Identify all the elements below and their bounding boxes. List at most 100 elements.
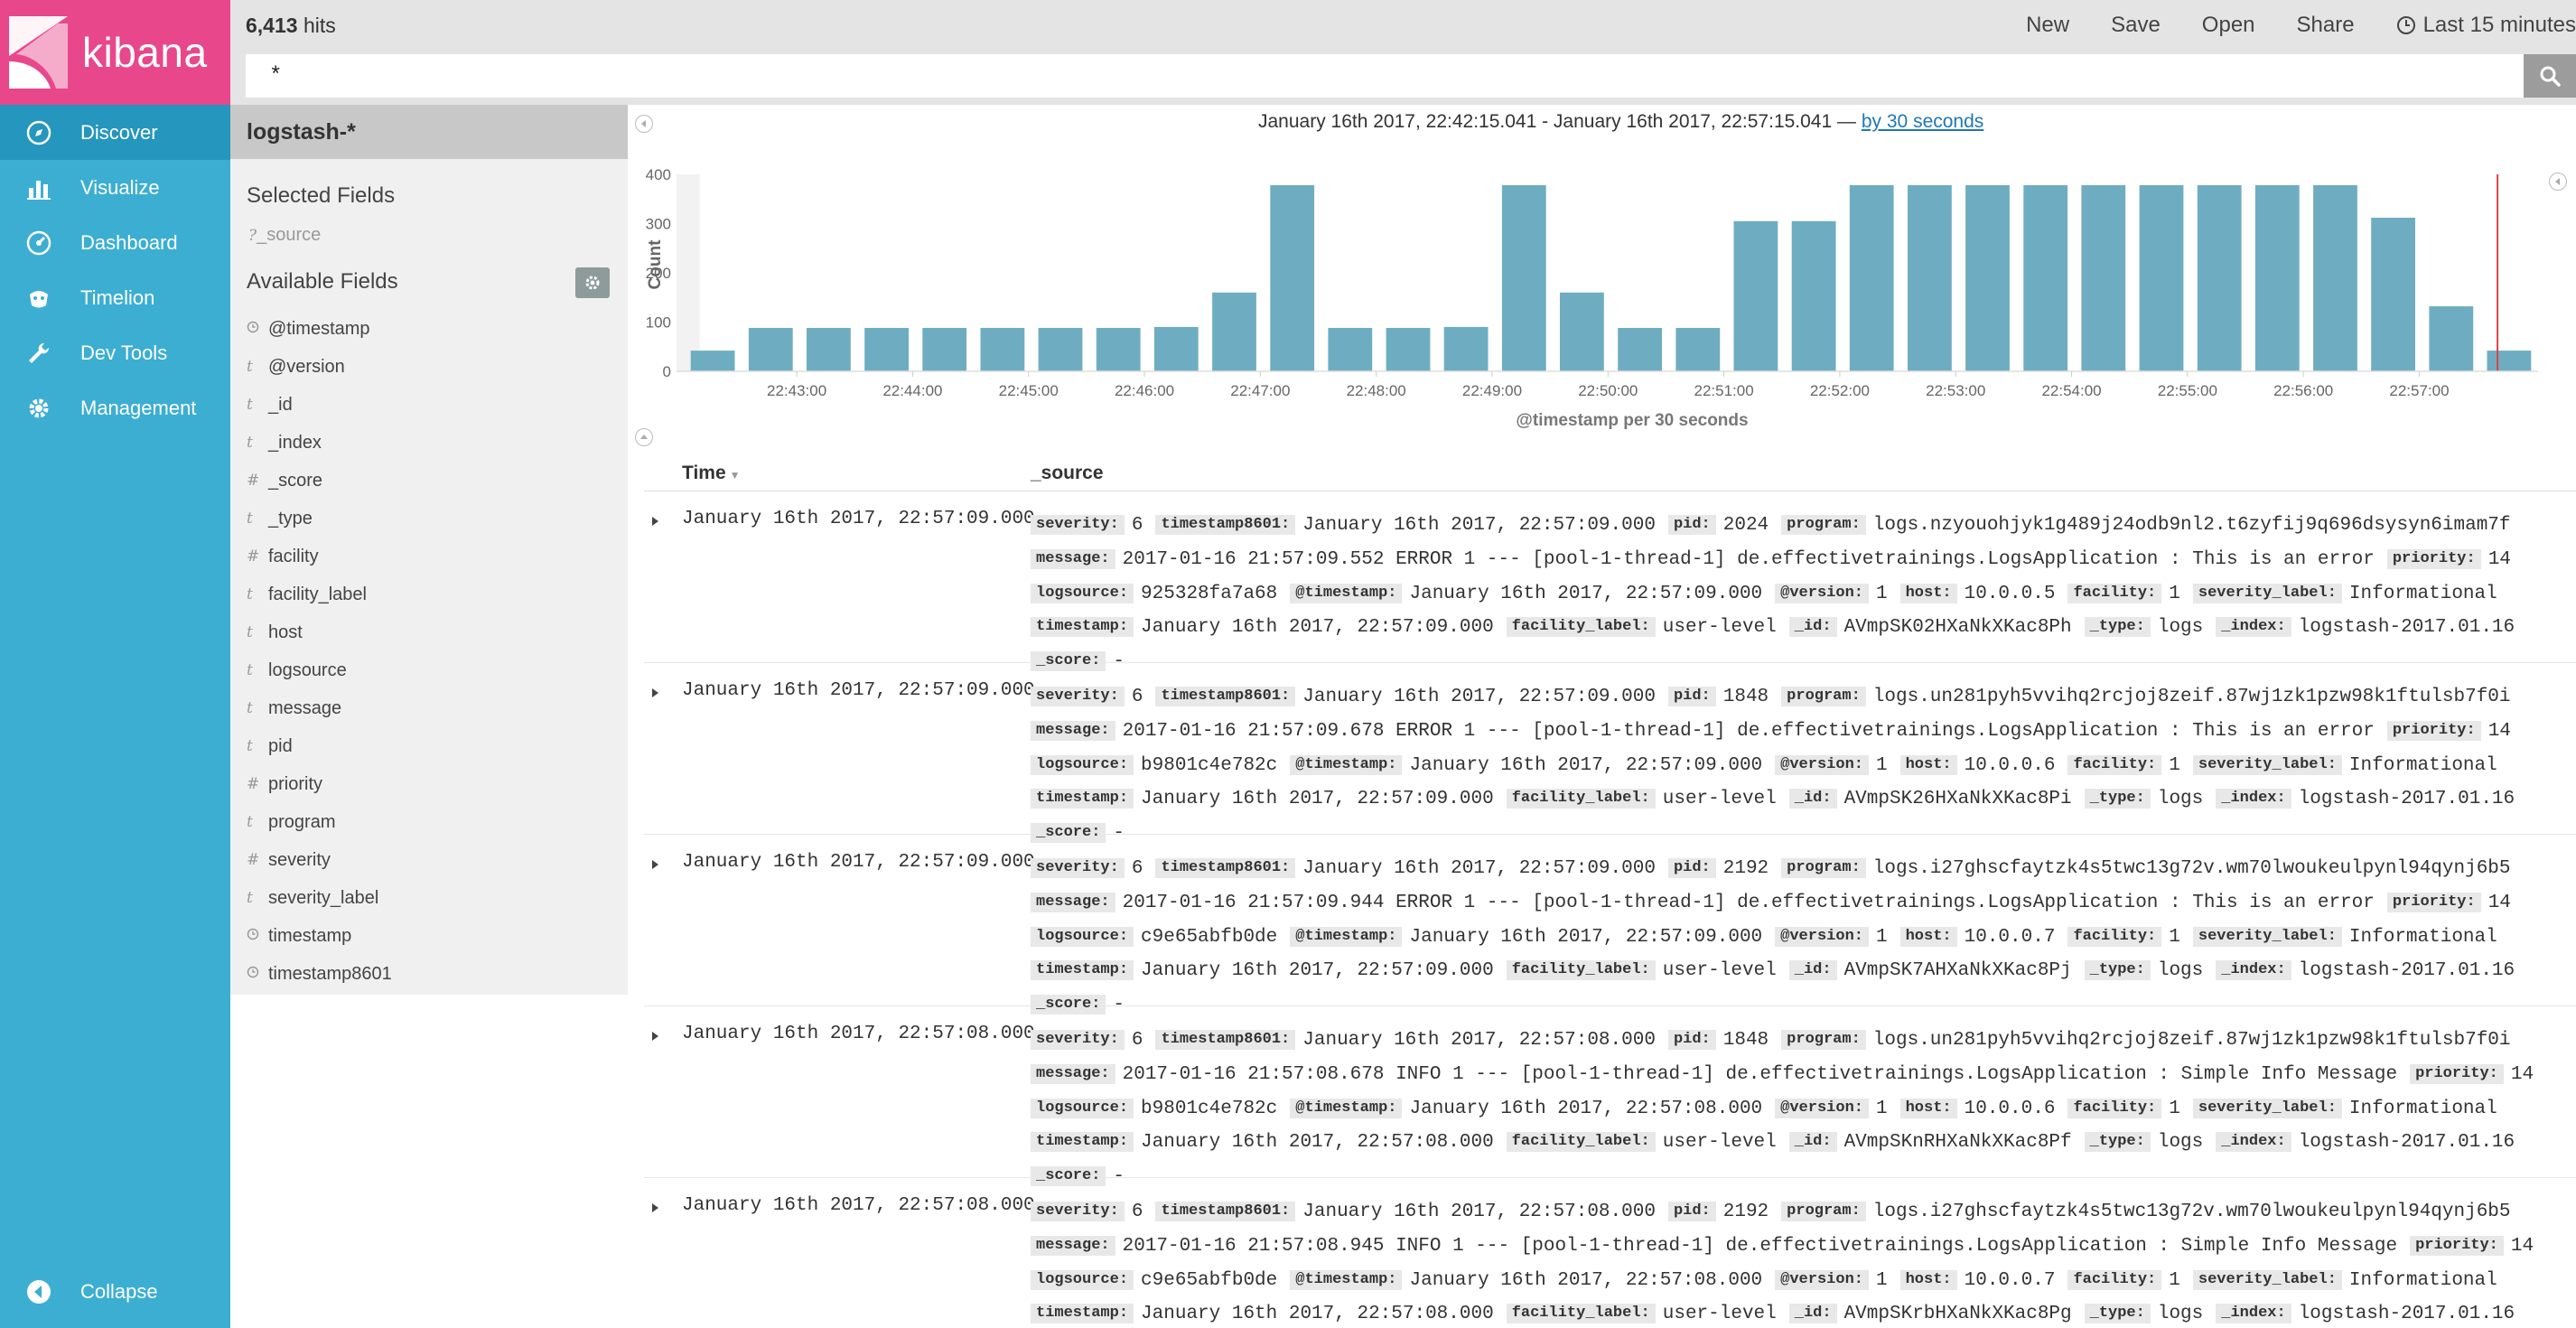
histogram-bar[interactable] [1849, 185, 1894, 371]
source-field-value: logs [2157, 789, 2204, 810]
nav-item-timelion[interactable]: Timelion [0, 270, 230, 325]
histogram-bar[interactable] [2081, 185, 2126, 371]
histogram-bar[interactable] [1908, 185, 1952, 371]
field-item[interactable]: t _id [230, 386, 628, 424]
sort-arrow-icon[interactable]: ▼ [730, 469, 741, 482]
source-field-key: severity_label: [2192, 754, 2342, 775]
source-field-value: user-level [1662, 617, 1777, 639]
histogram-bar[interactable] [1038, 328, 1083, 371]
histogram-bar[interactable] [1791, 220, 1836, 371]
histogram-bar[interactable] [690, 351, 735, 371]
field-item[interactable]: t severity_label [230, 879, 628, 917]
field-item[interactable]: timestamp8601 [230, 955, 628, 993]
histogram-bar[interactable] [2429, 306, 2474, 371]
histogram-bar[interactable] [1560, 292, 1604, 371]
source-field-value: 2024 [1722, 515, 1769, 536]
field-item[interactable]: # facility [230, 538, 628, 575]
source-field-value: 2017-01-16 21:57:08.945 INFO 1 --- [pool… [1122, 1235, 2398, 1257]
histogram-bar[interactable] [2197, 185, 2242, 371]
source-field-key: pid: [1667, 687, 1716, 706]
expand-row-button[interactable] [649, 858, 662, 871]
field-item[interactable]: t host [230, 613, 628, 651]
expand-row-button[interactable] [649, 687, 662, 699]
field-item[interactable]: t program [230, 803, 628, 841]
interval-link[interactable]: by 30 seconds [1862, 111, 1983, 132]
histogram-bar[interactable] [922, 328, 967, 371]
histogram-bar[interactable] [1675, 328, 1721, 371]
new-button[interactable]: New [2026, 13, 2069, 38]
save-button[interactable]: Save [2111, 13, 2161, 38]
share-button[interactable]: Share [2297, 13, 2355, 38]
source-field-value: c9e65abfb0de [1141, 1269, 1278, 1291]
index-pattern-selector[interactable]: logstash-* [230, 105, 628, 159]
field-item[interactable]: t _index [230, 424, 628, 462]
source-field-key: timestamp: [1031, 960, 1134, 981]
source-field-value: 14 [2487, 892, 2511, 913]
expand-row-button[interactable] [649, 1030, 662, 1043]
histogram-bar[interactable] [1096, 328, 1141, 371]
selected-field-source[interactable]: ?_source [230, 225, 628, 246]
histogram-bar[interactable] [1733, 220, 1778, 371]
column-header-time[interactable]: Time ▼ [682, 463, 741, 484]
nav-item-discover[interactable]: Discover [0, 105, 230, 160]
histogram-bar[interactable] [748, 328, 793, 371]
field-type-date-icon [247, 927, 268, 945]
source-field-key: @version: [1775, 926, 1869, 947]
histogram-bar[interactable] [1501, 185, 1546, 371]
open-button[interactable]: Open [2202, 13, 2255, 38]
time-range-label: Last 15 minutes [2422, 13, 2576, 37]
field-item[interactable]: t logsource [230, 651, 628, 689]
field-type-number-icon: # [247, 851, 260, 869]
histogram-bar[interactable] [2254, 185, 2300, 371]
histogram-bar[interactable] [807, 328, 851, 371]
row-source: severity: 6 timestamp8601: January 16th 201… [1031, 509, 2575, 679]
field-settings-button[interactable] [575, 267, 610, 298]
histogram-bar[interactable] [2139, 185, 2184, 371]
source-field-key: pid: [1667, 1030, 1716, 1050]
collapse-sidebar-button[interactable] [635, 115, 653, 133]
time-picker[interactable]: Last 15 minutes [2396, 13, 2576, 38]
histogram-bar[interactable] [1153, 326, 1199, 371]
histogram-bar[interactable] [1270, 185, 1315, 371]
collapse-chart-button[interactable] [635, 428, 653, 446]
nav-item-visualize[interactable]: Visualize [0, 160, 230, 215]
wrench-icon [25, 340, 52, 367]
field-item[interactable]: t @version [230, 348, 628, 386]
collapse-button[interactable]: Collapse [0, 1264, 230, 1319]
nav-item-dashboard[interactable]: Dashboard [0, 215, 230, 270]
field-item[interactable]: # severity [230, 841, 628, 879]
source-field-value: 1 [1875, 754, 1888, 776]
histogram-bar[interactable] [1328, 328, 1373, 371]
nav-item-dev-tools[interactable]: Dev Tools [0, 325, 230, 380]
field-type-string-icon: t [247, 661, 253, 679]
field-item[interactable]: # _score [230, 462, 628, 500]
field-item[interactable]: t _type [230, 500, 628, 538]
expand-row-button[interactable] [649, 1202, 662, 1214]
expand-chart-button[interactable] [2549, 173, 2567, 191]
histogram-bar[interactable] [1965, 185, 2010, 371]
search-button[interactable] [2524, 54, 2576, 98]
histogram-bar[interactable] [2313, 185, 2357, 371]
field-item[interactable]: # priority [230, 765, 628, 803]
field-item[interactable]: t facility_label [230, 575, 628, 613]
field-item[interactable]: @timestamp [230, 310, 628, 348]
histogram-bar[interactable] [2371, 218, 2415, 371]
histogram-bar[interactable] [1386, 328, 1431, 371]
histogram-bar[interactable] [2487, 351, 2532, 371]
histogram-bar[interactable] [1443, 326, 1489, 371]
field-item[interactable]: t message [230, 689, 628, 727]
histogram-bar[interactable] [864, 328, 909, 371]
caret-right-icon [652, 1032, 658, 1041]
source-field-value: 10.0.0.7 [1964, 926, 2056, 948]
expand-row-button[interactable] [649, 515, 662, 528]
field-item[interactable]: timestamp [230, 917, 628, 955]
histogram-bar[interactable] [980, 328, 1025, 371]
nav-item-management[interactable]: Management [0, 380, 230, 435]
histogram-bar[interactable] [1212, 292, 1256, 371]
field-type-string-icon: t [247, 889, 253, 907]
kibana-logo[interactable]: kibana [0, 0, 230, 105]
histogram-bar[interactable] [1618, 328, 1662, 371]
field-item[interactable]: t pid [230, 727, 628, 765]
histogram-bar[interactable] [2023, 185, 2068, 371]
search-input[interactable] [246, 54, 2524, 98]
